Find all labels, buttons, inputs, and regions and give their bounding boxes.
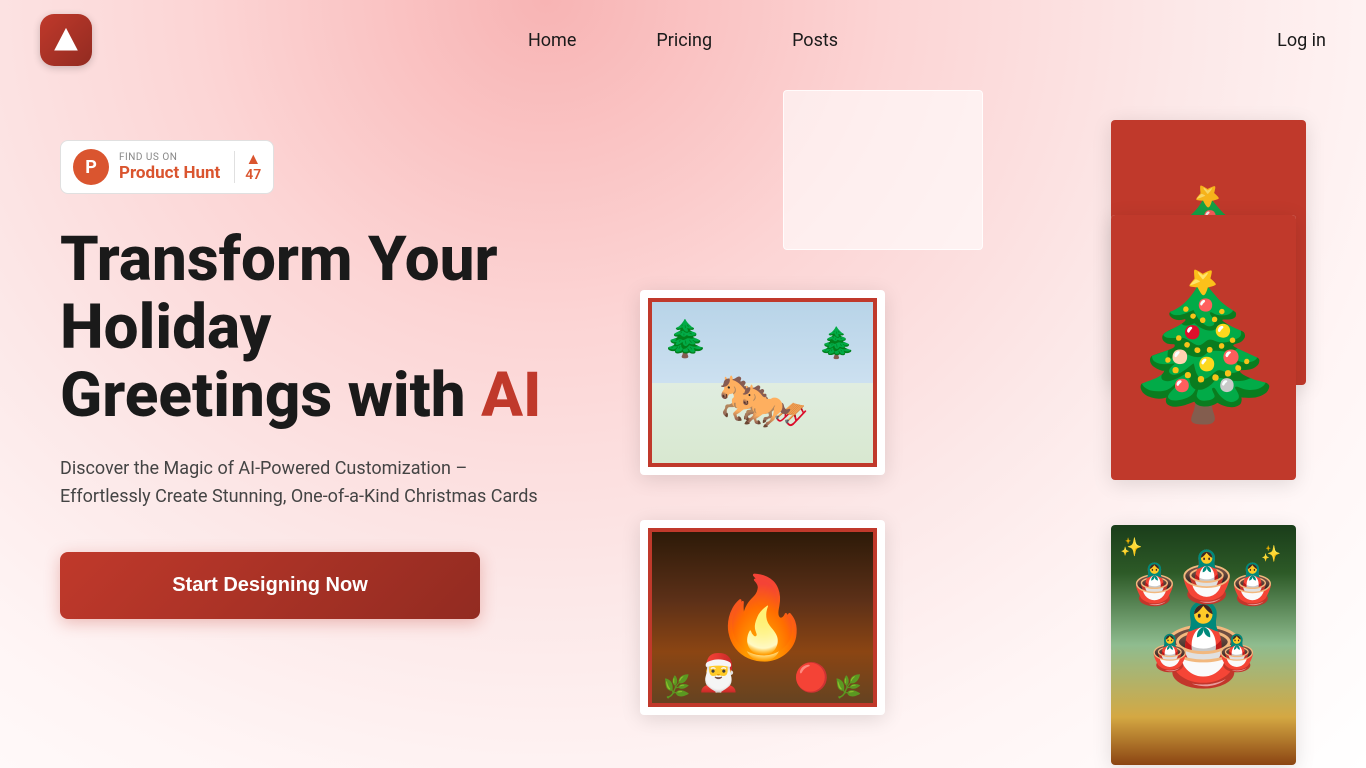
product-hunt-name: Product Hunt <box>119 163 220 183</box>
product-hunt-logo: P <box>73 149 109 185</box>
fireplace-image: 🔥 🎅 🌿 🌿 🔴 <box>652 532 873 703</box>
christmas-decor-card: 🎄 <box>1111 215 1296 480</box>
nutcracker-image: 🪆 🪆 🪆 🪆 🪆 ✨ ✨ <box>1111 525 1296 765</box>
nav-pricing[interactable]: Pricing <box>656 30 712 51</box>
logo-icon <box>40 14 92 66</box>
hero-subtitle: Discover the Magic of AI-Powered Customi… <box>60 455 540 513</box>
upvote-count: 47 <box>245 167 261 183</box>
nav-home[interactable]: Home <box>528 30 576 51</box>
logo[interactable] <box>40 14 92 66</box>
right-column: 🐎 🛷 🌲 🌲 🎄 🔥 🎅 🌿 <box>580 100 1306 768</box>
hero-title-line1: Transform Your Holiday <box>60 223 498 364</box>
nav-links: Home Pricing Posts <box>528 30 838 51</box>
nutcracker-card: 🪆 🪆 🪆 🪆 🪆 ✨ ✨ <box>1111 525 1296 765</box>
horse-image-frame: 🐎 🛷 🌲 🌲 <box>648 298 877 467</box>
placeholder-card <box>783 90 983 250</box>
hero-title-ai: AI <box>481 359 541 432</box>
decor-image: 🎄 <box>1111 215 1296 480</box>
product-hunt-find-label: FIND US ON <box>119 152 220 163</box>
horse-image: 🐎 🛷 🌲 🌲 <box>652 302 873 463</box>
login-button[interactable]: Log in <box>1277 30 1326 51</box>
product-hunt-text: FIND US ON Product Hunt <box>119 152 220 183</box>
fireplace-card: 🔥 🎅 🌿 🌿 🔴 <box>640 520 885 715</box>
hero-title: Transform Your Holiday Greetings with AI <box>60 226 580 431</box>
fireplace-image-frame: 🔥 🎅 🌿 🌿 🔴 <box>648 528 877 707</box>
horse-carriage-card: 🐎 🛷 🌲 🌲 <box>640 290 885 475</box>
cta-button[interactable]: Start Designing Now <box>60 552 480 619</box>
main-content: P FIND US ON Product Hunt ▲ 47 Transform… <box>0 80 1366 768</box>
hero-title-line2: Greetings with <box>60 359 481 432</box>
navigation: Home Pricing Posts Log in <box>0 0 1366 80</box>
product-hunt-badge[interactable]: P FIND US ON Product Hunt ▲ 47 <box>60 140 274 194</box>
left-column: P FIND US ON Product Hunt ▲ 47 Transform… <box>60 100 580 619</box>
product-hunt-count: ▲ 47 <box>234 151 261 183</box>
upvote-arrow-icon: ▲ <box>245 151 261 167</box>
nav-posts[interactable]: Posts <box>792 30 838 51</box>
